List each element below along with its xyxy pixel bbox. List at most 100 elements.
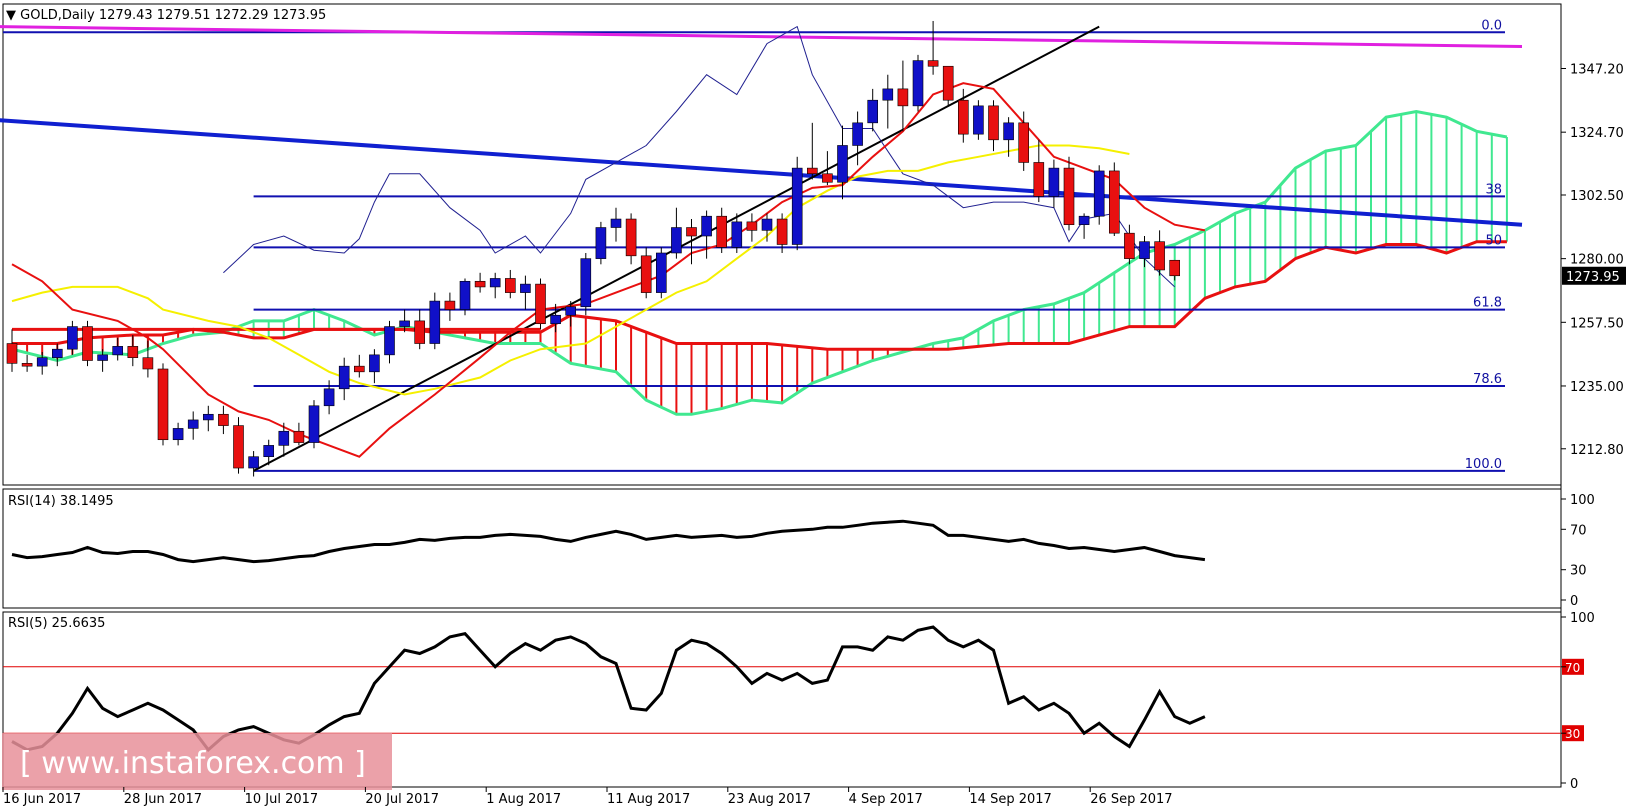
fib-level-label: 0.0: [1481, 18, 1502, 33]
candle-body: [97, 354, 108, 361]
current-price-value: 1273.95: [1566, 270, 1620, 285]
time-tick-label: 16 Jun 2017: [3, 792, 81, 807]
fib-level-label: 50: [1485, 233, 1502, 248]
candle-body: [595, 227, 607, 259]
candle-body: [459, 280, 471, 310]
candle-body: [640, 255, 652, 293]
candle-body: [1063, 167, 1075, 225]
time-tick-label: 26 Sep 2017: [1090, 792, 1172, 807]
candle-body: [308, 405, 320, 443]
ohlc-label: 1279.43 1279.51 1272.29 1273.95: [99, 8, 326, 23]
fib-level-label: 100.0: [1465, 457, 1502, 472]
candle-body: [565, 306, 577, 316]
time-tick-label: 20 Jul 2017: [365, 792, 439, 807]
candle-body: [399, 320, 410, 327]
candle-body: [1139, 241, 1150, 259]
time-tick-label: 4 Sep 2017: [849, 792, 923, 807]
rsi-tick-label: 30: [1570, 564, 1587, 579]
watermark-text: [ www.instaforex.com ]: [20, 746, 366, 781]
candle-body: [912, 60, 924, 107]
rsi-level-tag-text: 70: [1565, 661, 1580, 675]
candle-body: [203, 413, 214, 421]
candle-body: [1033, 162, 1045, 197]
candle-body: [82, 326, 93, 361]
candle-body: [776, 218, 788, 245]
candle-body: [882, 88, 894, 101]
candle-body: [867, 99, 879, 124]
candle-body: [127, 346, 139, 358]
price-tick-label: 1324.70: [1570, 126, 1624, 141]
price-tick-label: 1212.80: [1570, 443, 1624, 458]
candle-body: [504, 278, 516, 293]
candle-body: [535, 283, 546, 325]
candle-body: [988, 105, 999, 141]
candle-body: [1154, 241, 1165, 271]
candle-body: [1169, 259, 1180, 277]
candle-body: [897, 88, 909, 107]
rsi-tick-label: 0: [1570, 594, 1578, 609]
candle-body: [927, 60, 939, 67]
watermark: [ www.instaforex.com ]: [2, 733, 392, 790]
candle-body: [369, 354, 380, 373]
candle-body: [1093, 170, 1105, 217]
symbol-label: GOLD,Daily: [20, 8, 95, 23]
candle-body: [187, 419, 199, 429]
candle-body: [36, 357, 48, 367]
candle-body: [218, 413, 229, 426]
candle-body: [263, 445, 275, 458]
price-tick-label: 1347.20: [1570, 63, 1624, 78]
time-tick-label: 23 Aug 2017: [728, 792, 811, 807]
candle-body: [791, 167, 803, 245]
price-tick-label: 1302.50: [1570, 189, 1624, 204]
rsi14-title: RSI(14) 38.1495: [8, 494, 114, 509]
candle-body: [1124, 232, 1135, 259]
candle-body: [806, 167, 818, 175]
candle-body: [580, 258, 592, 308]
candle-body: [248, 456, 259, 469]
candle-body: [761, 218, 773, 231]
time-tick-label: 10 Jul 2017: [245, 792, 319, 807]
candle-body: [338, 365, 350, 390]
candle-body: [655, 252, 667, 293]
candle-body: [731, 221, 743, 248]
rsi-tick-label: 100: [1570, 493, 1595, 508]
candle-body: [112, 346, 123, 356]
candle-body: [625, 218, 637, 257]
time-tick-label: 28 Jun 2017: [124, 792, 202, 807]
candle-body: [822, 173, 833, 183]
candle-body: [671, 227, 682, 254]
rsi-tick-label: 100: [1570, 611, 1595, 626]
candle-body: [520, 283, 531, 293]
candle-body: [353, 365, 365, 373]
candle-body: [746, 221, 758, 231]
candle-body: [444, 300, 456, 310]
candle-body: [686, 227, 697, 237]
dropdown-triangle-icon: ▼: [6, 8, 20, 23]
current-price-tag: 1273.95: [1562, 266, 1626, 285]
time-tick-label: 11 Aug 2017: [607, 792, 690, 807]
rsi-tick-label: 70: [1570, 523, 1587, 538]
candle-body: [973, 105, 984, 135]
rsi-level-tag-text: 30: [1565, 727, 1580, 741]
candle-body: [233, 425, 244, 469]
candle-body: [1109, 170, 1120, 234]
candle-body: [172, 428, 184, 441]
candle-body: [157, 368, 169, 441]
candle-body: [489, 278, 501, 288]
candle-body: [474, 280, 486, 288]
price-tick-label: 1257.50: [1570, 316, 1624, 331]
candle-body: [1003, 122, 1014, 141]
fib-level-label: 78.6: [1473, 372, 1502, 387]
chart-header: ▼ GOLD,Daily 1279.43 1279.51 1272.29 127…: [6, 8, 326, 23]
candle-body: [1018, 122, 1030, 163]
gold-daily-chart[interactable]: 0.0 38 50 61.8 78.6 100.0 1347.20 1324.70 1302.…: [0, 0, 1632, 811]
time-tick-label: 14 Sep 2017: [969, 792, 1051, 807]
rsi5-title: RSI(5) 25.6635: [8, 616, 105, 631]
candle-body: [6, 343, 18, 364]
candle-body: [1048, 167, 1060, 197]
candle-body: [942, 65, 954, 101]
candle-body: [293, 430, 305, 443]
candle-body: [610, 218, 622, 228]
candle-body: [716, 215, 728, 248]
candle-body: [429, 300, 441, 344]
